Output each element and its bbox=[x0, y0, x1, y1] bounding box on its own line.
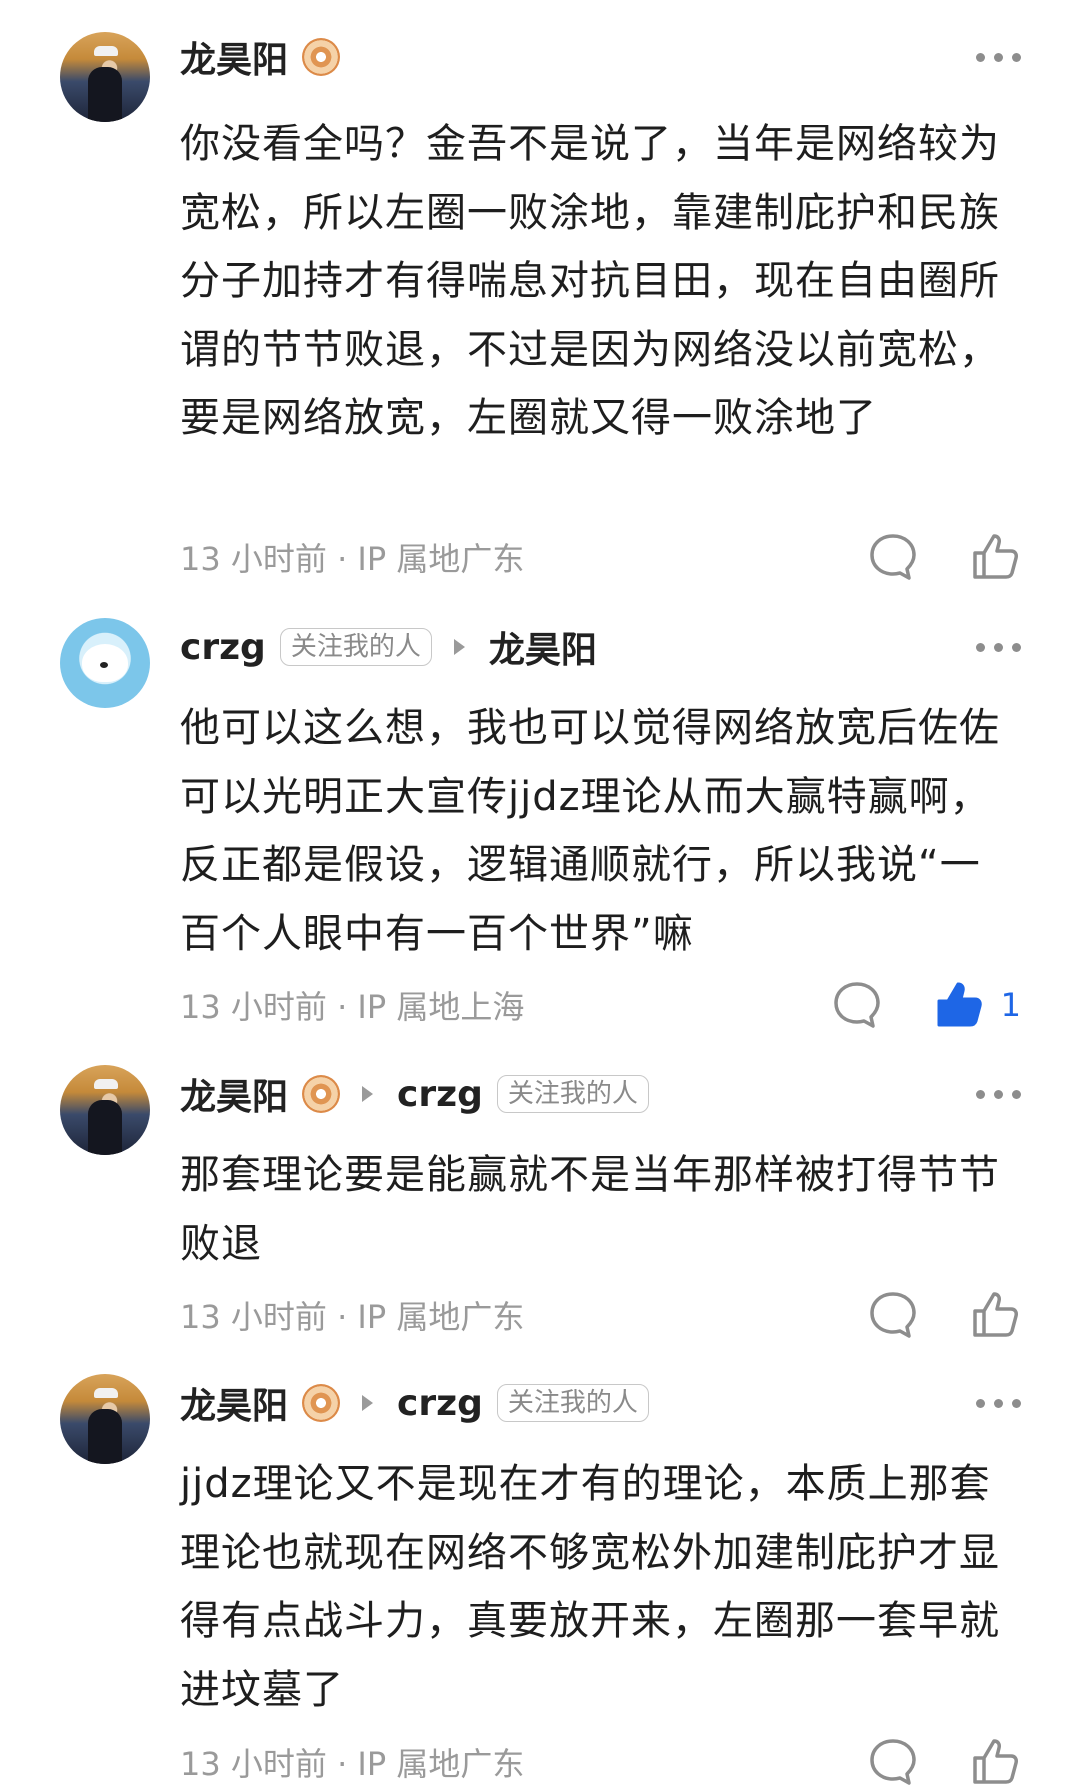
comment-actions bbox=[867, 1732, 1021, 1792]
follower-tag: 关注我的人 bbox=[496, 1384, 649, 1422]
reply-icon[interactable] bbox=[831, 979, 883, 1031]
medal-icon bbox=[302, 1075, 341, 1113]
comment-text: 他可以这么想，我也可以觉得网络放宽后佐佐可以光明正大宣传jjdz理论从而大赢特赢… bbox=[180, 705, 1000, 957]
comment-text: jjdz理论又不是现在才有的理论，本质上那套理论也就现在网络不够宽松外加建制庇护… bbox=[180, 1461, 1000, 1713]
comment-header: 龙昊阳 crzg 关注我的人 bbox=[180, 1064, 649, 1124]
more-icon[interactable] bbox=[976, 617, 1021, 677]
like-icon[interactable] bbox=[969, 1289, 1021, 1341]
comment-header: crzg 关注我的人 龙昊阳 bbox=[180, 617, 597, 677]
follower-tag: 关注我的人 bbox=[279, 628, 432, 666]
follower-tag: 关注我的人 bbox=[496, 1075, 649, 1113]
comment-header: 龙昊阳 crzg 关注我的人 bbox=[180, 1373, 649, 1433]
avatar[interactable] bbox=[60, 1065, 150, 1155]
more-icon[interactable] bbox=[976, 27, 1021, 87]
reply-to-name[interactable]: crzg bbox=[397, 1074, 483, 1115]
comment-meta: 13 小时前 · IP 属地上海 bbox=[180, 988, 525, 1026]
comment-text: 你没看全吗？金吾不是说了，当年是网络较为宽松，所以左圈一败涂地，靠建制庇护和民族… bbox=[180, 121, 1000, 441]
reply-icon[interactable] bbox=[867, 1736, 919, 1788]
comment-actions bbox=[867, 1285, 1021, 1345]
avatar[interactable] bbox=[60, 618, 150, 708]
medal-icon bbox=[302, 1384, 341, 1422]
avatar[interactable] bbox=[60, 32, 150, 122]
like-count: 1 bbox=[1000, 986, 1021, 1024]
author-name[interactable]: 龙昊阳 bbox=[180, 1068, 288, 1120]
author-name[interactable]: 龙昊阳 bbox=[180, 1377, 288, 1429]
more-icon[interactable] bbox=[976, 1064, 1021, 1124]
reply-to-name[interactable]: crzg bbox=[397, 1383, 483, 1424]
like-icon[interactable] bbox=[969, 531, 1021, 583]
author-name[interactable]: crzg bbox=[180, 627, 266, 668]
more-icon[interactable] bbox=[976, 1373, 1021, 1433]
like-icon[interactable] bbox=[969, 1736, 1021, 1788]
arrow-right-icon bbox=[362, 1086, 374, 1102]
arrow-right-icon bbox=[453, 639, 465, 655]
author-name[interactable]: 龙昊阳 bbox=[180, 31, 288, 83]
comment-actions: 1 bbox=[831, 975, 1021, 1035]
comment-header: 龙昊阳 bbox=[180, 27, 341, 87]
comment-text: 那套理论要是能赢就不是当年那样被打得节节败退 bbox=[180, 1152, 1000, 1267]
like-icon[interactable] bbox=[933, 979, 985, 1031]
reply-icon[interactable] bbox=[867, 531, 919, 583]
comment-meta: 13 小时前 · IP 属地广东 bbox=[180, 540, 525, 578]
reply-to-name[interactable]: 龙昊阳 bbox=[489, 621, 597, 673]
arrow-right-icon bbox=[362, 1395, 374, 1411]
avatar[interactable] bbox=[60, 1374, 150, 1464]
comment-meta: 13 小时前 · IP 属地广东 bbox=[180, 1745, 525, 1783]
comment-actions bbox=[867, 527, 1021, 587]
comment-meta: 13 小时前 · IP 属地广东 bbox=[180, 1298, 525, 1336]
medal-icon bbox=[302, 38, 341, 76]
reply-icon[interactable] bbox=[867, 1289, 919, 1341]
